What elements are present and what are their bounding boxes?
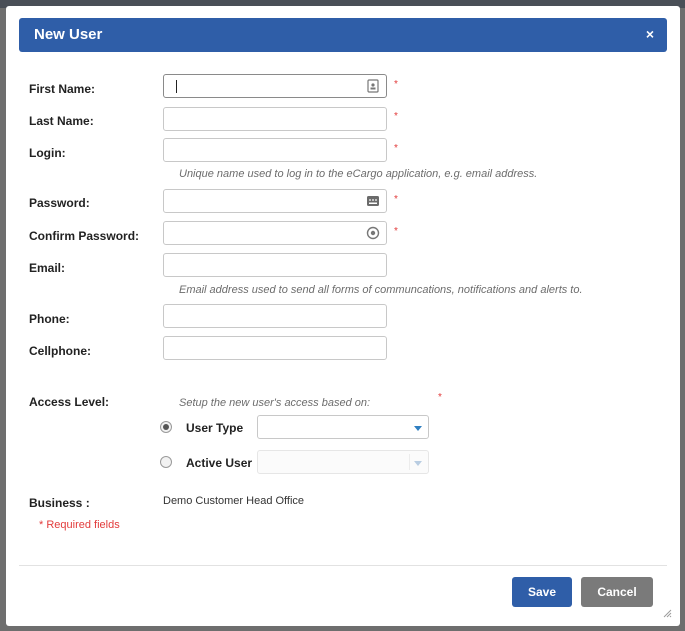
text-caret bbox=[176, 80, 177, 93]
close-icon[interactable]: × bbox=[643, 27, 657, 41]
confirm-password-label: Confirm Password: bbox=[29, 229, 140, 243]
required-marker: * bbox=[438, 392, 442, 403]
user-type-radio[interactable] bbox=[160, 421, 172, 433]
last-name-field[interactable] bbox=[163, 107, 387, 131]
required-marker: * bbox=[394, 111, 398, 122]
password-input[interactable] bbox=[164, 190, 386, 212]
password-label: Password: bbox=[29, 196, 90, 210]
email-hint: Email address used to send all forms of … bbox=[179, 284, 583, 296]
login-field[interactable] bbox=[163, 138, 387, 162]
footer-divider bbox=[19, 565, 667, 566]
dialog-header: New User × bbox=[19, 18, 667, 52]
phone-input[interactable] bbox=[164, 305, 386, 327]
email-field[interactable] bbox=[163, 253, 387, 277]
new-user-dialog: New User × First Name: * Last Name: * Lo… bbox=[6, 6, 680, 626]
phone-label: Phone: bbox=[29, 312, 70, 326]
active-user-label[interactable]: Active User bbox=[186, 456, 252, 470]
select-separator bbox=[409, 454, 410, 470]
last-name-input[interactable] bbox=[164, 108, 386, 130]
contact-card-icon[interactable] bbox=[366, 79, 380, 93]
first-name-field[interactable] bbox=[163, 74, 387, 98]
active-user-radio[interactable] bbox=[160, 456, 172, 468]
confirm-password-field[interactable] bbox=[163, 221, 387, 245]
required-marker: * bbox=[394, 143, 398, 154]
login-input[interactable] bbox=[164, 139, 386, 161]
first-name-label: First Name: bbox=[29, 82, 96, 96]
password-generator-icon[interactable] bbox=[366, 194, 380, 208]
required-marker: * bbox=[394, 194, 398, 205]
save-button[interactable]: Save bbox=[512, 577, 572, 607]
access-level-label: Access Level: bbox=[29, 395, 110, 409]
last-name-label: Last Name: bbox=[29, 114, 94, 128]
first-name-input[interactable] bbox=[164, 75, 386, 97]
required-fields-note: * Required fields bbox=[39, 519, 120, 531]
chevron-down-icon bbox=[414, 461, 422, 466]
business-label: Business : bbox=[29, 496, 90, 510]
cellphone-field[interactable] bbox=[163, 336, 387, 360]
cellphone-input[interactable] bbox=[164, 337, 386, 359]
chevron-down-icon[interactable] bbox=[414, 426, 422, 431]
cellphone-label: Cellphone: bbox=[29, 344, 91, 358]
user-type-select[interactable] bbox=[257, 415, 429, 439]
reveal-password-icon[interactable] bbox=[366, 226, 380, 240]
login-hint: Unique name used to log in to the eCargo… bbox=[179, 168, 538, 180]
cancel-button[interactable]: Cancel bbox=[581, 577, 653, 607]
active-user-select bbox=[257, 450, 429, 474]
confirm-password-input[interactable] bbox=[164, 222, 386, 244]
user-type-label[interactable]: User Type bbox=[186, 421, 243, 435]
required-marker: * bbox=[394, 226, 398, 237]
dialog-title: New User bbox=[34, 26, 103, 43]
required-marker: * bbox=[394, 79, 398, 90]
business-value: Demo Customer Head Office bbox=[163, 495, 305, 507]
email-label: Email: bbox=[29, 261, 66, 275]
password-field[interactable] bbox=[163, 189, 387, 213]
login-label: Login: bbox=[29, 146, 66, 160]
phone-field[interactable] bbox=[163, 304, 387, 328]
resize-handle-icon[interactable] bbox=[662, 608, 672, 618]
access-level-hint: Setup the new user's access based on: bbox=[179, 397, 371, 409]
email-input[interactable] bbox=[164, 254, 386, 276]
